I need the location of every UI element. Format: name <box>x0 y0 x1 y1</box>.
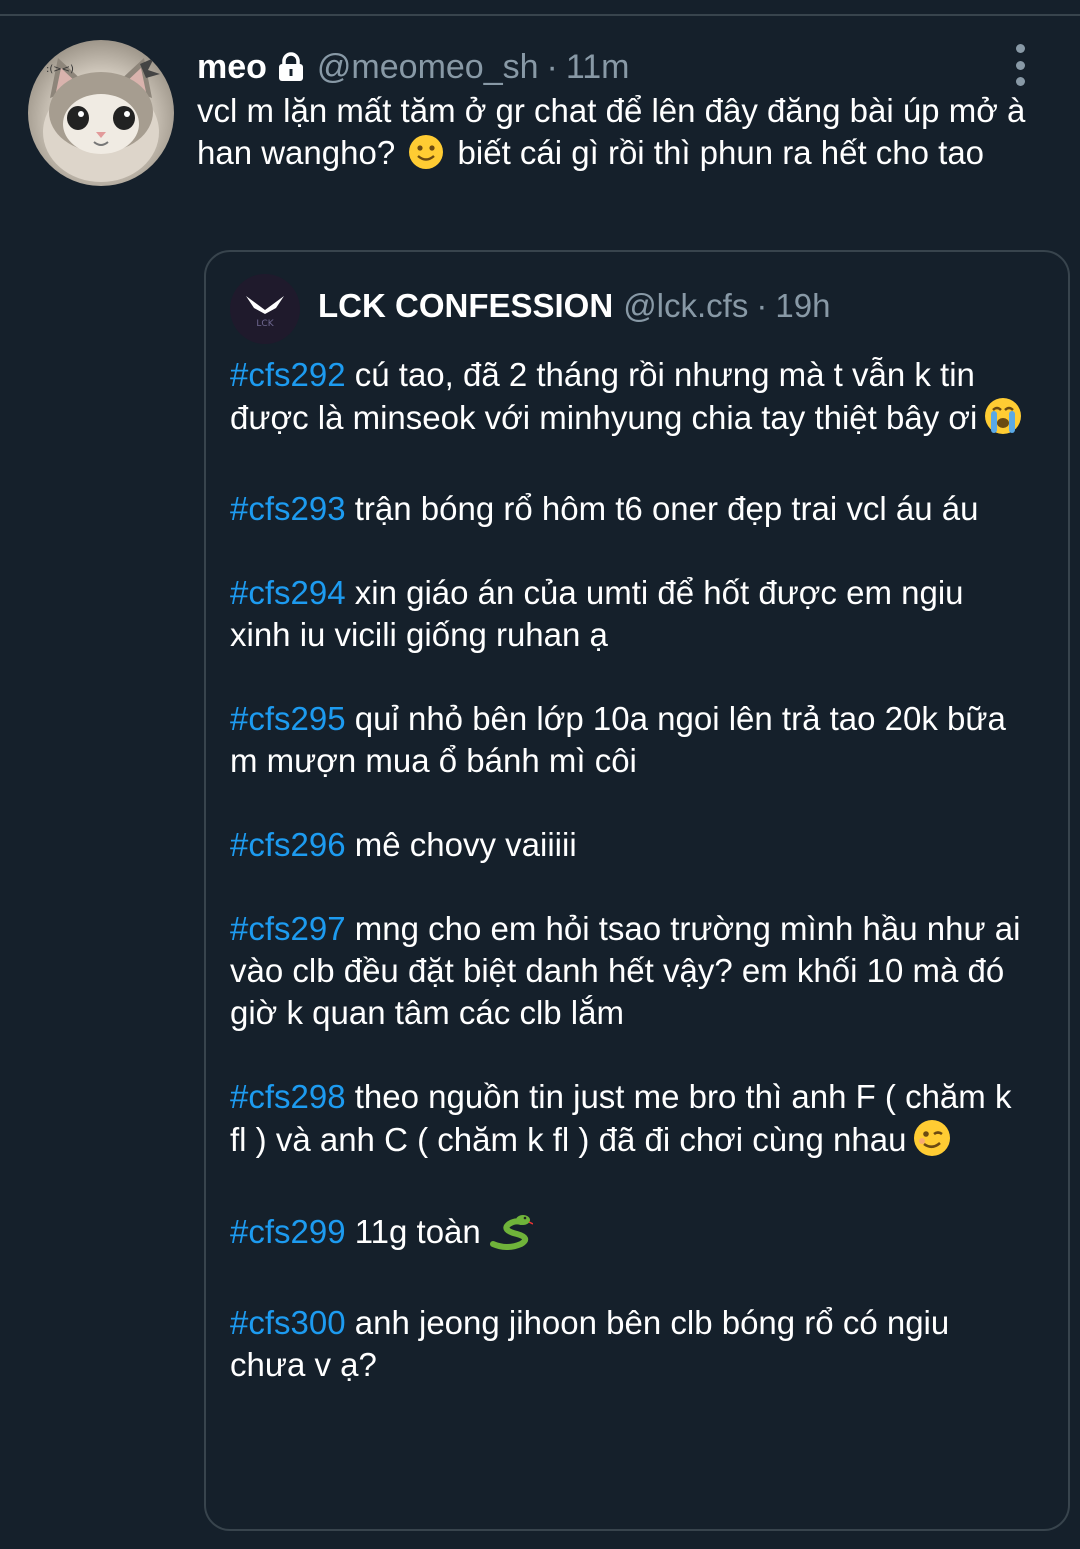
lck-logo-avatar[interactable]: LCK <box>230 274 300 344</box>
quoted-handle[interactable]: @lck.cfs <box>623 287 748 325</box>
svg-text::(><): :(><) <box>46 64 74 75</box>
confession-item: #cfs299 11g toàn <box>230 1210 1030 1260</box>
tweet-text-part-2: biết cái gì rồi thì phun ra hết cho tao <box>457 134 985 171</box>
confession-text: theo nguồn tin just me bro thì anh F ( c… <box>230 1078 1012 1158</box>
timestamp[interactable]: 11m <box>566 48 630 87</box>
hashtag-link[interactable]: #cfs292 <box>230 356 346 393</box>
hashtag-link[interactable]: #cfs299 <box>230 1213 346 1250</box>
tweet-header: meo @meomeo_sh · 11m <box>197 42 630 92</box>
confession-text: 11g toàn <box>345 1213 481 1250</box>
tweet-text: vcl m lặn mất tăm ở gr chat để lên đây đ… <box>197 90 1027 174</box>
confession-item: #cfs292 cú tao, đã 2 tháng rồi nhưng mà … <box>230 354 1030 446</box>
handle[interactable]: @meomeo_sh <box>317 48 539 87</box>
hashtag-link[interactable]: #cfs294 <box>230 574 346 611</box>
hashtag-link[interactable]: #cfs300 <box>230 1304 346 1341</box>
hashtag-link[interactable]: #cfs293 <box>230 490 346 527</box>
quoted-display-name[interactable]: LCK CONFESSION <box>318 287 613 325</box>
svg-text:LCK: LCK <box>256 319 274 329</box>
snake-icon <box>487 1210 534 1260</box>
hashtag-link[interactable]: #cfs296 <box>230 826 346 863</box>
confession-text: quỉ nhỏ bên lớp 10a ngoi lên trả tao 20k… <box>230 700 1006 779</box>
winking-face-icon <box>912 1118 952 1168</box>
hashtag-link[interactable]: #cfs297 <box>230 910 346 947</box>
confession-item: #cfs294 xin giáo án của umti để hốt được… <box>230 572 1030 656</box>
confession-text: mê chovy vaiiiii <box>345 826 577 863</box>
quoted-timestamp[interactable]: 19h <box>775 287 830 325</box>
quoted-header: LCK CONFESSION @lck.cfs · 19h <box>318 287 830 325</box>
loudly-crying-face-icon <box>983 396 1023 446</box>
confession-text: trận bóng rổ hôm t6 oner đẹp trai vcl áu… <box>345 490 979 527</box>
avatar[interactable]: :(><) <box>28 40 174 186</box>
quoted-body: #cfs292 cú tao, đã 2 tháng rồi nhưng mà … <box>230 354 1030 1386</box>
quoted-separator-dot: · <box>756 287 768 324</box>
slightly-smiling-face-icon <box>408 134 444 170</box>
hashtag-link[interactable]: #cfs298 <box>230 1078 346 1115</box>
confession-item: #cfs300 anh jeong jihoon bên clb bóng rổ… <box>230 1302 1030 1386</box>
confession-item: #cfs297 mng cho em hỏi tsao trường mình … <box>230 908 1030 1034</box>
lock-icon <box>277 52 305 82</box>
tweet: :(><) meo @meomeo_sh · 11m vcl m lặn mất… <box>0 0 1080 1549</box>
confession-item: #cfs298 theo nguồn tin just me bro thì a… <box>230 1076 1030 1168</box>
display-name[interactable]: meo <box>197 48 267 87</box>
quoted-tweet[interactable]: LCK LCK CONFESSION @lck.cfs · 19h #cfs29… <box>204 250 1070 1531</box>
hashtag-link[interactable]: #cfs295 <box>230 700 346 737</box>
more-options-icon[interactable] <box>1005 44 1035 86</box>
confession-item: #cfs296 mê chovy vaiiiii <box>230 824 1030 866</box>
kitten-avatar-image: :(><) <box>43 58 160 182</box>
separator-dot: · <box>546 47 558 86</box>
lck-logo-icon: LCK <box>246 296 284 329</box>
confession-text: mng cho em hỏi tsao trường mình hầu như … <box>230 910 1021 1031</box>
confession-item: #cfs295 quỉ nhỏ bên lớp 10a ngoi lên trả… <box>230 698 1030 782</box>
confession-item: #cfs293 trận bóng rổ hôm t6 oner đẹp tra… <box>230 488 1030 530</box>
